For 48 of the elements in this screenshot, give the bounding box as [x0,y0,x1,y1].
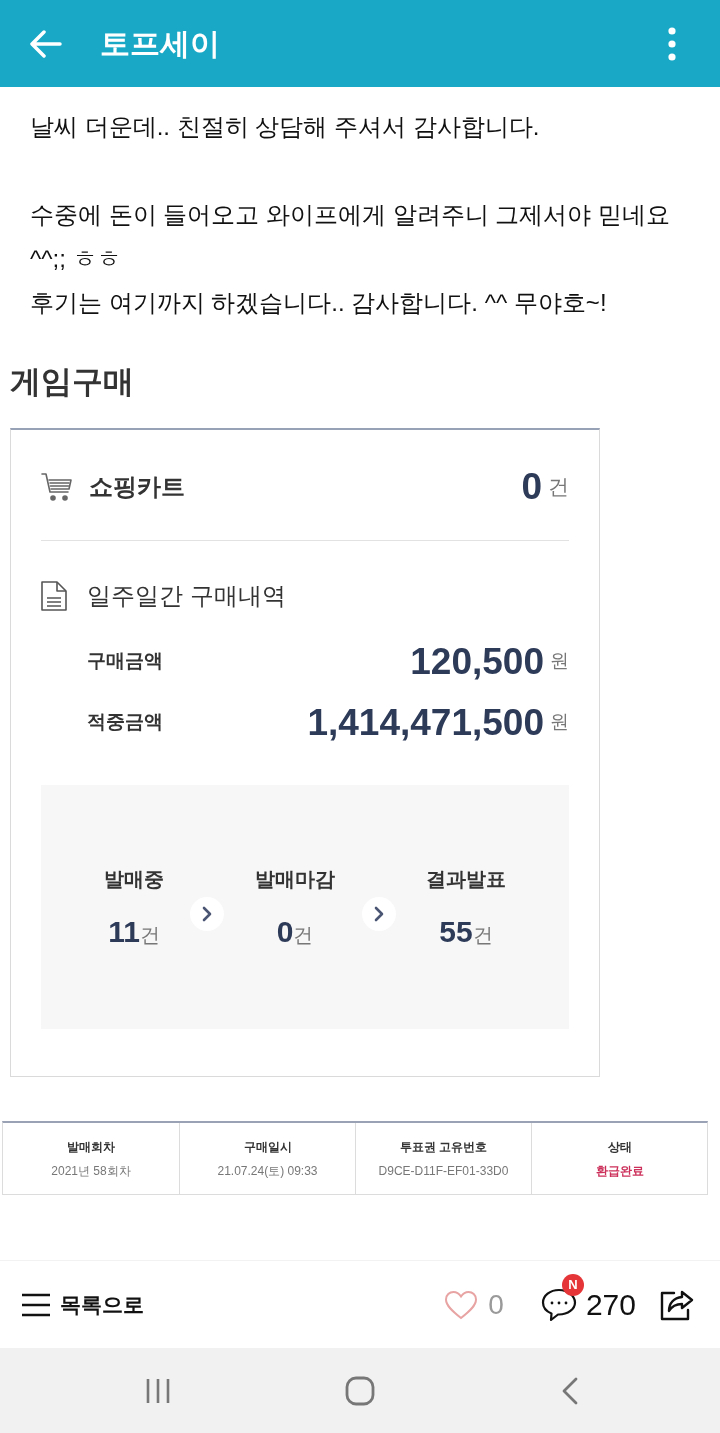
amount-label: 구매금액 [87,648,163,673]
like-count: 0 [488,1287,504,1322]
weekly-history-title: 일주일간 구매내역 [87,581,286,611]
stage-label: 결과발표 [426,866,506,892]
count-unit: 건 [548,473,569,500]
amount-value: 1,414,471,500 [307,703,544,741]
stage-count: 11 [108,914,140,949]
post-paragraph: 수중에 돈이 들어오고 와이프에게 알려주니 그제서야 믿네요 ^^;; ㅎㅎ 후기는 여기까지 하겠습니다.. 감사합니다. ^^ 무야호~! [30,200,671,318]
status-value: 환급완료 [595,1162,644,1180]
amount-label: 적중금액 [87,709,163,734]
app-bar-title: 토프세이 [100,26,220,62]
post-paragraph: 날씨 더운데.. 친절히 상담해 주셔서 감사합니다. [30,112,541,142]
count-unit: 건 [293,923,314,948]
table-cell-text: 2021년 58회차 [51,1162,131,1180]
shopping-cart-icon [41,471,73,502]
amount-value: 120,500 [410,642,544,680]
heart-icon[interactable] [444,1289,479,1320]
new-badge: N [561,1273,584,1296]
back-arrow-icon[interactable] [30,29,62,58]
column-header: 구매일시 [243,1138,292,1156]
count-unit: 건 [139,922,160,948]
column-header: 투표권 고유번호 [399,1138,488,1156]
count-unit: 건 [472,922,493,948]
column-header: 상태 [607,1138,632,1156]
document-icon [41,581,67,611]
stage-count: 0 [276,914,294,949]
cart-count: 0 [521,468,542,505]
comment-icon[interactable] [540,1287,577,1322]
section-heading: 게임구매 [10,363,135,401]
home-icon[interactable] [345,1375,375,1406]
back-icon[interactable] [562,1376,578,1405]
menu-icon [22,1292,50,1317]
shopping-cart-label: 쇼핑카트 [89,471,185,502]
stage-count: 55 [439,914,473,949]
more-options-icon[interactable] [668,26,676,61]
comment-count: 270 [585,1287,636,1323]
stage-label: 발매마감 [255,866,335,892]
currency-unit: 원 [550,709,569,734]
list-button[interactable]: 목록으로 [22,1288,144,1321]
column-header: 발매회차 [67,1138,115,1156]
recent-apps-icon[interactable] [145,1377,171,1404]
stage-label: 발매중 [104,866,164,892]
currency-unit: 원 [550,648,569,673]
table-cell-text: D9CE-D11F-EF01-33D0 [378,1162,509,1180]
share-icon[interactable] [660,1288,694,1321]
chevron-right-icon [362,897,396,931]
chevron-right-icon [190,897,224,931]
table-cell-text: 21.07.24(토) 09:33 [217,1162,318,1180]
